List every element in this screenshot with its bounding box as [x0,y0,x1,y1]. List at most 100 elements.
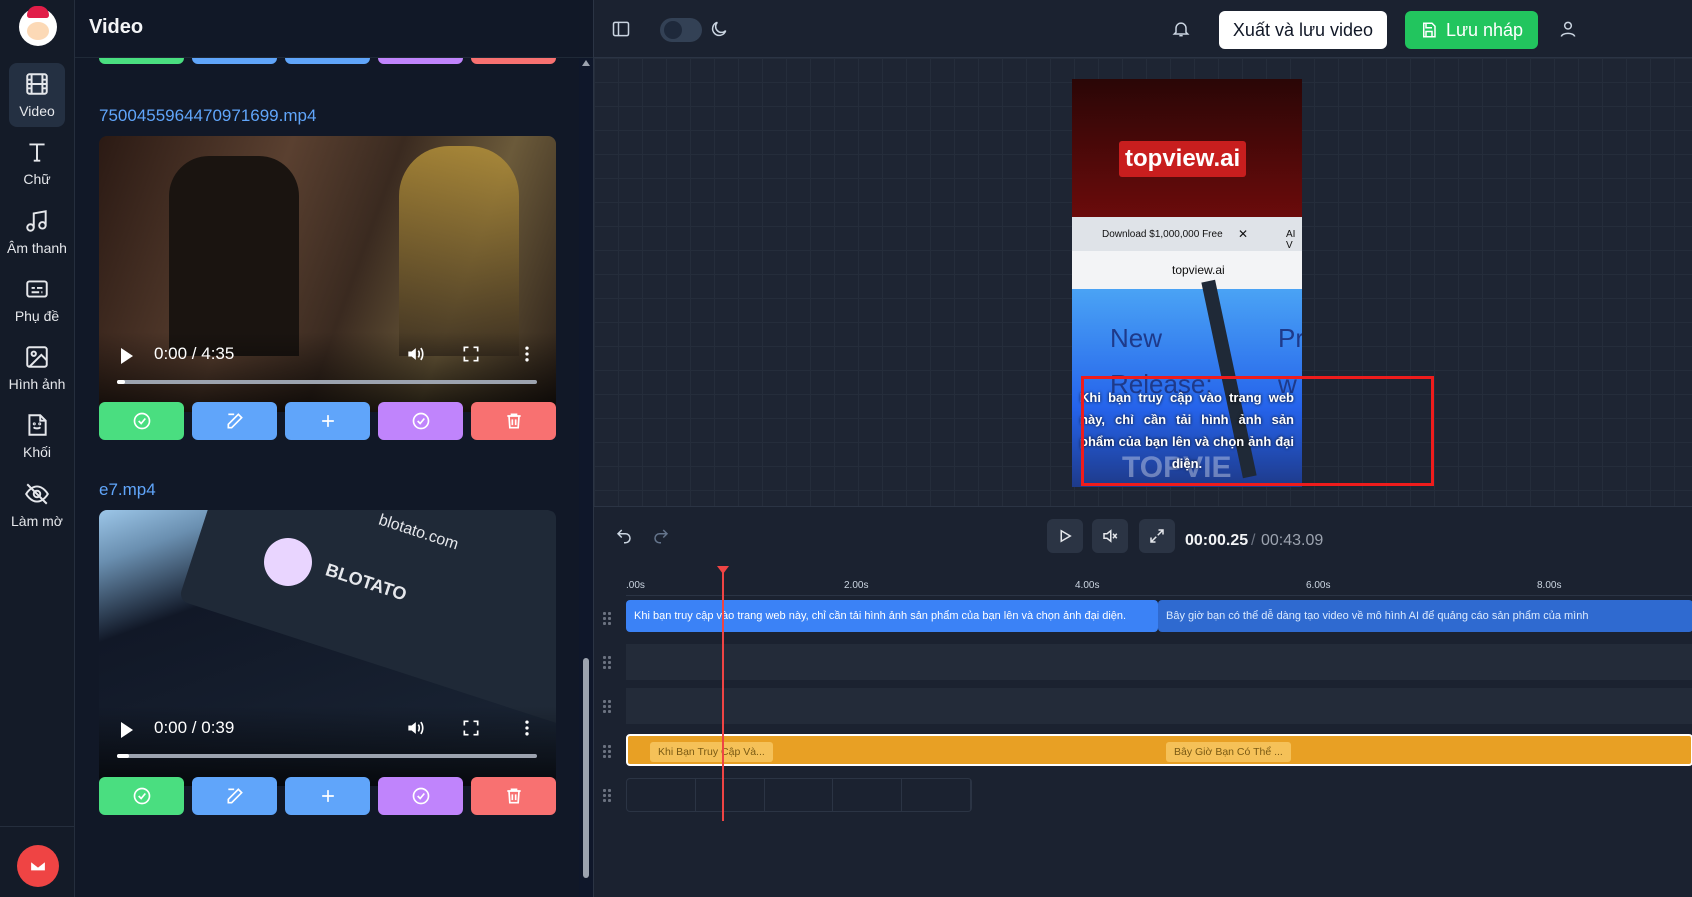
playback-controls: 00:00.25 / 00:43.09 [594,506,1692,566]
user-icon[interactable] [1558,19,1578,39]
track-drag-handle[interactable] [603,789,615,802]
image-icon [26,346,48,368]
mute-button[interactable] [1092,519,1128,553]
play-icon[interactable] [121,722,133,738]
video-progress[interactable] [117,380,537,384]
edit-button[interactable] [192,402,277,440]
panel-title: Video [89,16,144,38]
expand-icon [1150,529,1164,543]
thumbnail-frame [902,779,971,811]
sidebar-item-subtitles[interactable]: Phụ đề [9,268,65,332]
sidebar-item-audio[interactable]: Âm thanh [7,200,67,264]
sidebar-item-blur[interactable]: Làm mờ [9,473,65,537]
sidebar-item-images[interactable]: Hình ảnh [9,336,65,400]
scrollbar-thumb[interactable] [583,658,589,878]
edit-button[interactable] [192,777,277,815]
fullscreen-button[interactable] [1139,519,1175,553]
mute-icon [1103,529,1118,543]
sidebar-item-blocks[interactable]: Khối [9,404,65,468]
audio-track[interactable]: Khi Bạn Truy Cập Và... Bây Giờ Bạn Có Th… [626,734,1692,766]
bell-icon[interactable] [1171,19,1191,39]
scroll-up-arrow-icon[interactable] [582,60,590,66]
play-icon[interactable] [121,348,133,364]
ruler-tick-label: 2.00s [844,580,869,591]
track-drag-handle[interactable] [603,700,615,713]
mail-button[interactable] [17,845,59,887]
toggle-knob [664,21,682,39]
track-drag-handle[interactable] [603,612,615,625]
text-icon [29,143,45,162]
subtitle-clip[interactable]: Bây giờ bạn có thể dễ dàng tạo video về … [1158,600,1692,632]
top-toolbar: Xuất và lưu video Lưu nháp [594,0,1692,58]
redo-icon[interactable] [652,527,670,545]
video-progress-fill [117,380,125,384]
play-icon [1060,529,1072,543]
delete-button[interactable] [471,777,556,815]
more-vertical-icon[interactable] [517,718,537,738]
audio-clip[interactable]: Khi Bạn Truy Cập Và... [650,742,773,762]
save-draft-button[interactable]: Lưu nháp [1405,11,1538,49]
check-circle-icon [412,787,429,805]
video-actions-row [99,777,556,815]
panel-scrollbar[interactable] [579,58,593,897]
sidebar-item-text[interactable]: Chữ [9,131,65,195]
timeline: .00s 2.00s 4.00s 6.00s 8.00s Khi bạn tru… [594,566,1692,897]
playhead[interactable] [717,566,729,821]
video-frame-browser [178,510,556,730]
export-save-video-button[interactable]: Xuất và lưu video [1219,11,1387,49]
video-filename[interactable]: e7.mp4 [99,480,156,500]
track-drag-handle[interactable] [603,745,615,758]
select-button[interactable] [99,777,184,815]
theme-toggle[interactable] [660,18,702,42]
video-thumbnail-track[interactable] [626,778,972,812]
video-player[interactable]: 0:00 / 4:35 [99,136,556,412]
moon-icon [711,21,727,37]
empty-track[interactable] [626,644,1692,680]
plus-icon [321,415,334,427]
thumbnail-frame [765,779,834,811]
ruler-tick-label: 6.00s [1306,580,1331,591]
panel-header: Video [75,0,593,58]
sidebar-item-label: Khối [22,444,52,460]
add-button[interactable] [285,777,370,815]
more-vertical-icon[interactable] [517,344,537,364]
fullscreen-icon[interactable] [461,344,481,364]
video-filename[interactable]: 7500455964470971699.mp4 [99,106,316,126]
time-ruler[interactable]: .00s 2.00s 4.00s 6.00s 8.00s [626,566,1692,596]
plus-icon [321,790,334,802]
video-player[interactable]: BLOTATO blotato.com 0:00 / 0:39 [99,510,556,786]
video-progress[interactable] [117,754,537,758]
subtitle-clip[interactable]: Khi bạn truy cập vào trang web này, chỉ … [626,600,1158,632]
sidebar-toggle-icon[interactable] [611,19,631,39]
delete-button[interactable] [471,402,556,440]
subtitles-icon [26,280,48,298]
check-circle-icon [133,412,150,430]
logo-santa-hat [27,6,49,18]
empty-track[interactable] [626,688,1692,724]
current-time: 00:00.25 [1185,532,1249,549]
volume-icon[interactable] [405,718,425,738]
save-draft-label: Lưu nháp [1445,19,1524,40]
app-logo[interactable] [19,6,57,46]
trash-icon [506,788,521,804]
total-time: 00:43.09 [1261,532,1324,549]
logo-face [27,22,49,40]
preview-tab-title: Download $1,000,000 Free [1102,229,1223,240]
select-button[interactable] [99,402,184,440]
audio-clip[interactable]: Bây Giờ Bạn Có Thể ... [1166,742,1291,762]
divider [0,826,75,827]
volume-icon[interactable] [405,344,425,364]
video-time: 0:00 / 0:39 [154,718,235,737]
track-drag-handle[interactable] [603,656,615,669]
subtitle-selection-box[interactable] [1081,376,1434,486]
fullscreen-icon[interactable] [461,718,481,738]
sidebar-item-video[interactable]: Video [9,63,65,127]
add-button[interactable] [285,402,370,440]
media-panel: Video 7500455964470971699.mp4 0:00 / 4:3… [75,0,593,897]
undo-icon[interactable] [615,527,633,545]
apply-button[interactable] [378,777,463,815]
play-button[interactable] [1047,519,1083,553]
apply-button[interactable] [378,402,463,440]
video-editor-app: Video Chữ Âm thanh Phụ đề Hình ảnh Khối … [0,0,1692,897]
sidebar-item-label: Chữ [23,171,51,187]
